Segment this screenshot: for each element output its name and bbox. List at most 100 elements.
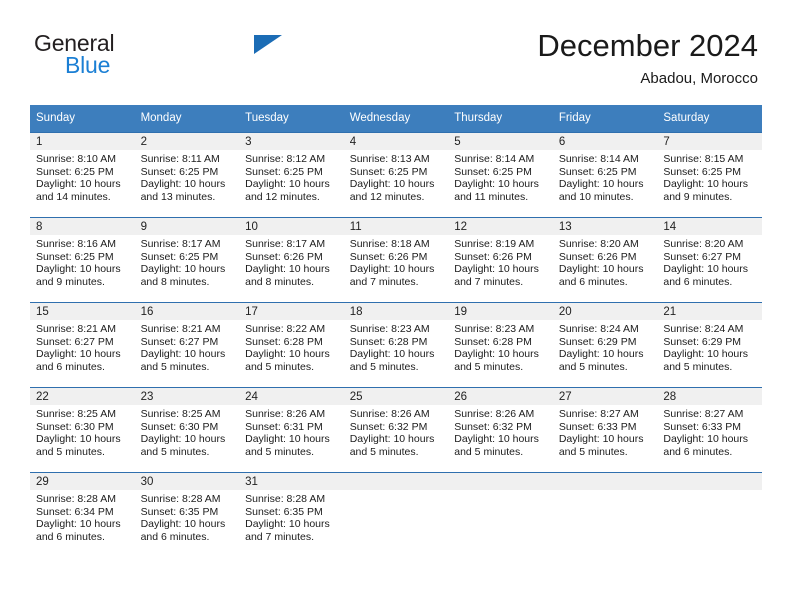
calendar-day-cell[interactable]: 12 Sunrise: 8:19 AM Sunset: 6:26 PM Dayligh… [448, 217, 553, 303]
day-number: 19 [448, 303, 553, 320]
calendar-day-cell[interactable]: 1 Sunrise: 8:10 AM Sunset: 6:25 PM Daylight… [30, 132, 135, 218]
calendar-day-cell[interactable]: 18 Sunrise: 8:23 AM Sunset: 6:28 PM Dayligh… [343, 302, 449, 388]
calendar-day-cell[interactable]: 22 Sunrise: 8:25 AM Sunset: 6:30 PM Dayligh… [30, 387, 135, 473]
calendar-day-cell[interactable]: 9 Sunrise: 8:17 AM Sunset: 6:25 PM Daylight… [134, 217, 240, 303]
sunrise-text: Sunrise: 8:24 AM [558, 323, 639, 335]
calendar-week-row: 15 Sunrise: 8:21 AM Sunset: 6:27 PM Dayligh… [30, 302, 762, 388]
day-number: 23 [134, 388, 240, 405]
day-details: Sunrise: 8:15 AM Sunset: 6:25 PM Daylight:… [657, 150, 762, 204]
sunrise-text: Sunrise: 8:25 AM [36, 408, 116, 420]
calendar-day-cell[interactable]: 21 Sunrise: 8:24 AM Sunset: 6:29 PM Dayligh… [657, 302, 762, 388]
calendar-day-cell[interactable]: 15 Sunrise: 8:21 AM Sunset: 6:27 PM Dayligh… [30, 302, 135, 388]
day-number: 2 [134, 133, 240, 150]
calendar-day-cell[interactable]: 23 Sunrise: 8:25 AM Sunset: 6:30 PM Dayligh… [134, 387, 240, 473]
calendar-day-cell[interactable]: 16 Sunrise: 8:21 AM Sunset: 6:27 PM Dayligh… [134, 302, 240, 388]
calendar-day-cell[interactable]: 29 Sunrise: 8:28 AM Sunset: 6:34 PM Dayligh… [30, 472, 135, 557]
daylight-text-line2: and 6 minutes. [36, 360, 105, 373]
calendar-day-cell[interactable]: 20 Sunrise: 8:24 AM Sunset: 6:29 PM Dayligh… [552, 302, 658, 388]
sunrise-text: Sunrise: 8:20 AM [663, 238, 744, 250]
sunset-text: Sunset: 6:29 PM [663, 335, 742, 348]
day-number: 30 [134, 473, 240, 490]
weekday-header-friday: Friday [552, 105, 658, 133]
calendar-day-cell[interactable]: 10 Sunrise: 8:17 AM Sunset: 6:26 PM Dayligh… [239, 217, 344, 303]
calendar-day-cell[interactable]: 17 Sunrise: 8:22 AM Sunset: 6:28 PM Dayligh… [239, 302, 344, 388]
day-number: 7 [657, 133, 762, 150]
calendar-day-cell[interactable]: 31 Sunrise: 8:28 AM Sunset: 6:35 PM Dayligh… [239, 472, 344, 557]
day-cell-inner: 1 Sunrise: 8:10 AM Sunset: 6:25 PM Daylight… [30, 133, 135, 217]
calendar-day-cell-empty [552, 472, 658, 557]
daylight-text-line1: Daylight: 10 hours [558, 263, 644, 276]
daylight-text-line2: and 12 minutes. [245, 190, 320, 203]
calendar-day-cell[interactable]: 30 Sunrise: 8:28 AM Sunset: 6:35 PM Dayligh… [134, 472, 240, 557]
calendar-day-cell[interactable]: 4 Sunrise: 8:13 AM Sunset: 6:25 PM Daylight… [343, 132, 449, 218]
calendar-day-cell[interactable]: 14 Sunrise: 8:20 AM Sunset: 6:27 PM Dayligh… [657, 217, 762, 303]
sunset-text: Sunset: 6:25 PM [140, 250, 219, 263]
daylight-text-line1: Daylight: 10 hours [663, 348, 749, 361]
sunset-text: Sunset: 6:27 PM [140, 335, 219, 348]
sunrise-text: Sunrise: 8:17 AM [245, 238, 326, 250]
day-cell-inner: 4 Sunrise: 8:13 AM Sunset: 6:25 PM Daylight… [343, 133, 449, 217]
calendar-day-cell[interactable]: 19 Sunrise: 8:23 AM Sunset: 6:28 PM Dayligh… [448, 302, 553, 388]
sunset-text: Sunset: 6:25 PM [349, 165, 428, 178]
calendar-day-cell[interactable]: 28 Sunrise: 8:27 AM Sunset: 6:33 PM Dayligh… [657, 387, 762, 473]
calendar-day-cell[interactable]: 25 Sunrise: 8:26 AM Sunset: 6:32 PM Dayligh… [343, 387, 449, 473]
title-block: December 2024 Abadou, Morocco [537, 28, 758, 87]
day-cell-inner: 16 Sunrise: 8:21 AM Sunset: 6:27 PM Dayligh… [134, 303, 240, 387]
day-details: Sunrise: 8:20 AM Sunset: 6:26 PM Daylight:… [552, 235, 658, 289]
day-details: Sunrise: 8:24 AM Sunset: 6:29 PM Daylight:… [657, 320, 762, 374]
sunset-text: Sunset: 6:26 PM [454, 250, 532, 263]
day-number: 5 [448, 133, 553, 150]
calendar-day-cell[interactable]: 3 Sunrise: 8:12 AM Sunset: 6:25 PM Daylight… [239, 132, 344, 218]
page-header: General Blue December 2024 Abadou, Moroc… [34, 28, 758, 96]
daylight-text-line2: and 5 minutes. [140, 360, 210, 373]
sunrise-text: Sunrise: 8:23 AM [454, 323, 535, 335]
logo-triangle-icon [254, 35, 282, 54]
page-title: December 2024 [537, 28, 758, 63]
calendar-day-cell[interactable]: 27 Sunrise: 8:27 AM Sunset: 6:33 PM Dayligh… [552, 387, 658, 473]
calendar-day-cell[interactable]: 8 Sunrise: 8:16 AM Sunset: 6:25 PM Daylight… [30, 217, 135, 303]
sunrise-text: Sunrise: 8:26 AM [245, 408, 326, 420]
daylight-text-line2: and 7 minutes. [349, 275, 419, 288]
sunrise-text: Sunrise: 8:21 AM [140, 323, 221, 335]
sunset-text: Sunset: 6:35 PM [245, 505, 323, 518]
day-cell-inner: 29 Sunrise: 8:28 AM Sunset: 6:34 PM Dayligh… [30, 473, 135, 557]
sunrise-text: Sunrise: 8:28 AM [36, 493, 116, 505]
sunrise-text: Sunrise: 8:28 AM [245, 493, 326, 505]
day-cell-inner: 7 Sunrise: 8:15 AM Sunset: 6:25 PM Daylight… [657, 133, 762, 217]
day-number [448, 473, 553, 490]
daylight-text-line1: Daylight: 10 hours [36, 433, 121, 446]
day-number: 15 [30, 303, 135, 320]
day-details: Sunrise: 8:24 AM Sunset: 6:29 PM Daylight:… [552, 320, 658, 374]
calendar-day-cell[interactable]: 11 Sunrise: 8:18 AM Sunset: 6:26 PM Dayligh… [343, 217, 449, 303]
daylight-text-line2: and 6 minutes. [558, 275, 628, 288]
calendar-day-cell[interactable]: 7 Sunrise: 8:15 AM Sunset: 6:25 PM Daylight… [657, 132, 762, 218]
day-number [657, 473, 762, 490]
day-details: Sunrise: 8:14 AM Sunset: 6:25 PM Daylight:… [552, 150, 658, 204]
day-cell-inner: 23 Sunrise: 8:25 AM Sunset: 6:30 PM Dayligh… [134, 388, 240, 472]
day-details: Sunrise: 8:28 AM Sunset: 6:35 PM Daylight:… [239, 490, 344, 544]
sunset-text: Sunset: 6:25 PM [140, 165, 219, 178]
day-cell-inner: 21 Sunrise: 8:24 AM Sunset: 6:29 PM Dayligh… [657, 303, 762, 387]
calendar-day-cell[interactable]: 26 Sunrise: 8:26 AM Sunset: 6:32 PM Dayligh… [448, 387, 553, 473]
day-number: 24 [239, 388, 344, 405]
sunset-text: Sunset: 6:33 PM [663, 420, 742, 433]
calendar-day-cell[interactable]: 6 Sunrise: 8:14 AM Sunset: 6:25 PM Daylight… [552, 132, 658, 218]
daylight-text-line1: Daylight: 10 hours [36, 518, 121, 531]
calendar-day-cell[interactable]: 5 Sunrise: 8:14 AM Sunset: 6:25 PM Daylight… [448, 132, 553, 218]
weekday-header-sunday: Sunday [30, 105, 135, 133]
day-number: 4 [343, 133, 449, 150]
day-number [552, 473, 658, 490]
sunrise-text: Sunrise: 8:26 AM [454, 408, 535, 420]
day-cell-inner: 6 Sunrise: 8:14 AM Sunset: 6:25 PM Daylight… [552, 133, 658, 217]
calendar-day-cell[interactable]: 13 Sunrise: 8:20 AM Sunset: 6:26 PM Dayligh… [552, 217, 658, 303]
sunrise-text: Sunrise: 8:11 AM [140, 153, 220, 165]
weekday-header-wednesday: Wednesday [343, 105, 449, 133]
daylight-text-line1: Daylight: 10 hours [36, 178, 121, 191]
day-cell-inner: 28 Sunrise: 8:27 AM Sunset: 6:33 PM Dayligh… [657, 388, 762, 472]
sunset-text: Sunset: 6:34 PM [36, 505, 114, 518]
calendar-day-cell[interactable]: 24 Sunrise: 8:26 AM Sunset: 6:31 PM Dayligh… [239, 387, 344, 473]
day-details: Sunrise: 8:26 AM Sunset: 6:32 PM Daylight:… [448, 405, 553, 459]
calendar-day-cell[interactable]: 2 Sunrise: 8:11 AM Sunset: 6:25 PM Daylight… [134, 132, 240, 218]
day-details: Sunrise: 8:17 AM Sunset: 6:26 PM Daylight:… [239, 235, 344, 289]
daylight-text-line2: and 10 minutes. [558, 190, 634, 203]
